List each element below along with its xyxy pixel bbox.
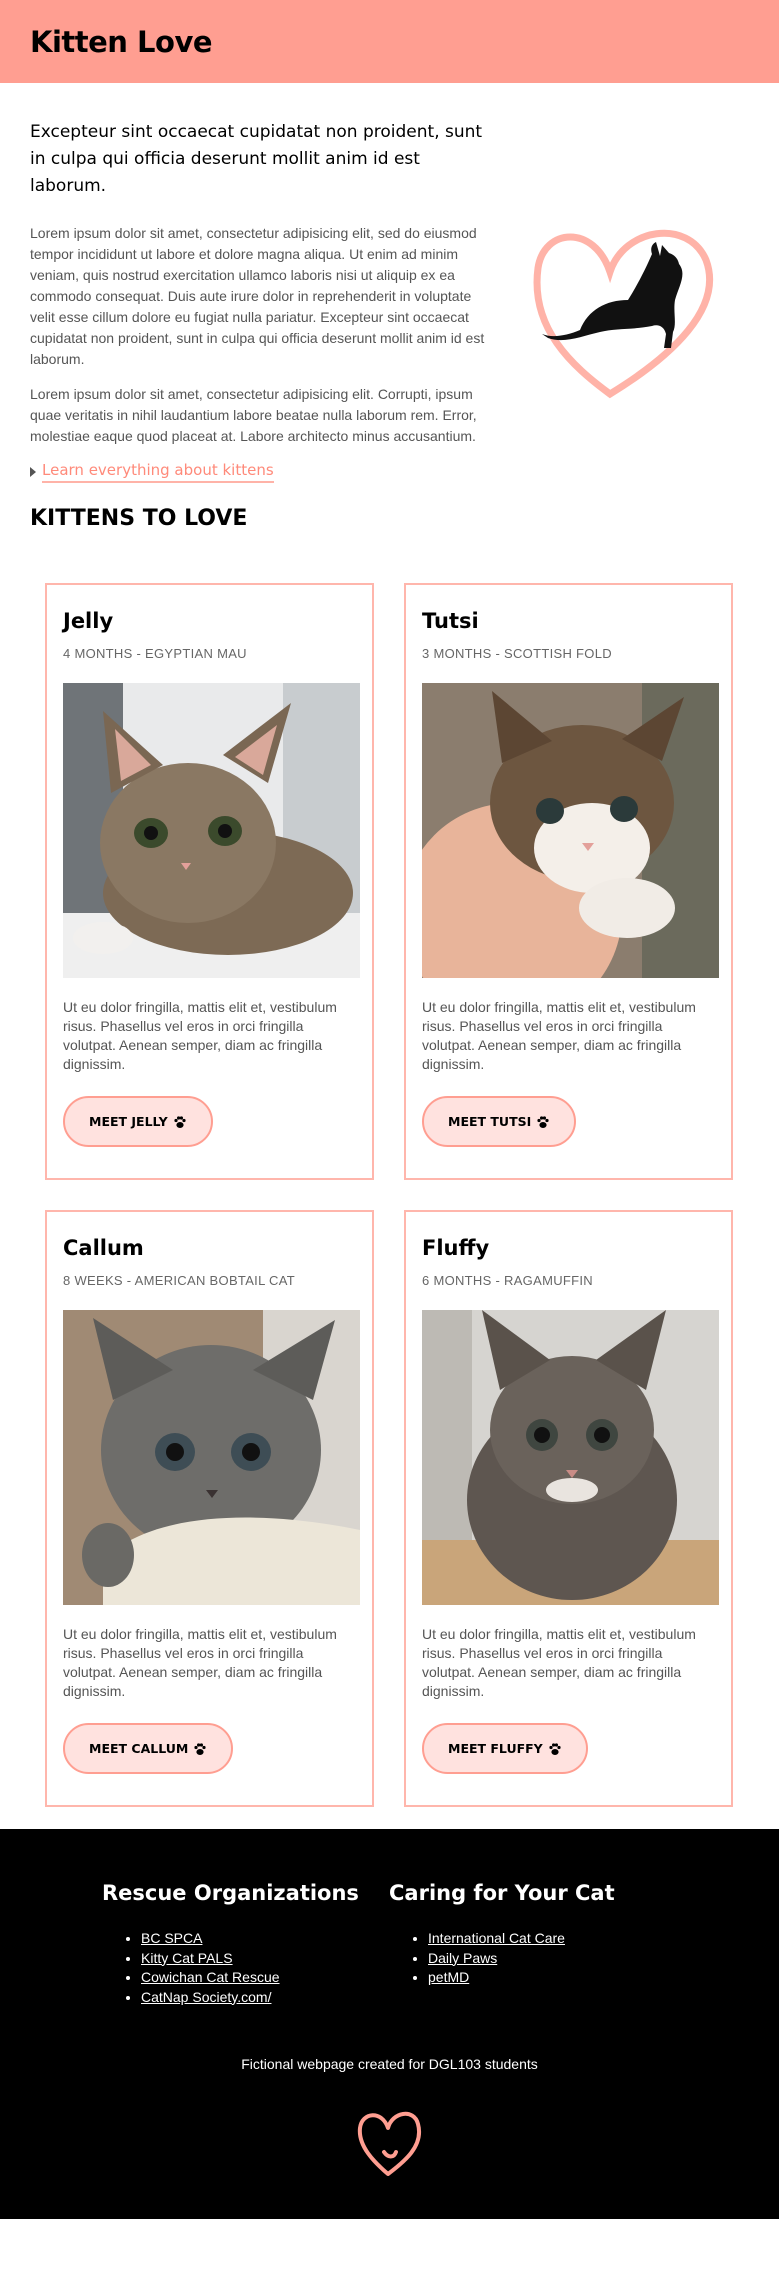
footer-list-item: Kitty Cat PALS — [141, 1949, 359, 1969]
card-name: Callum — [63, 1236, 144, 1260]
footer-link-kitty-cat-pals[interactable]: Kitty Cat PALS — [141, 1950, 233, 1966]
footer-link-petmd[interactable]: petMD — [428, 1969, 469, 1985]
paw-icon — [174, 1115, 186, 1128]
card-description: Ut eu dolor fringilla, mattis elit et, v… — [63, 999, 337, 1072]
meet-jelly-button[interactable]: MEET JELLY — [63, 1096, 213, 1147]
footer-link-list: International Cat Care Daily Paws petMD — [389, 1929, 615, 1988]
heart-icon — [357, 2112, 422, 2176]
kitten-card-tutsi: Tutsi 3 MONTHS - SCOTTISH FOLD Ut eu dol… — [404, 583, 733, 1180]
intro-text: Excepteur sint occaecat cupidatat non pr… — [30, 119, 496, 483]
meet-fluffy-button[interactable]: MEET FLUFFY — [422, 1723, 588, 1774]
footer-link-list: BC SPCA Kitty Cat PALS Cowichan Cat Resc… — [102, 1929, 359, 2007]
footer-list-item: CatNap Society.com/ — [141, 1988, 359, 2008]
learn-more-link[interactable]: Learn everything about kittens — [42, 461, 274, 483]
site-header: Kitten Love — [0, 0, 779, 83]
footer-rescue-organizations: Rescue Organizations BC SPCA Kitty Cat P… — [102, 1879, 359, 2007]
footer-link-catnap-society[interactable]: CatNap Society.com/ — [141, 1989, 271, 2005]
meet-button-label: MEET FLUFFY — [448, 1741, 543, 1756]
learn-more[interactable]: Learn everything about kittens — [30, 461, 496, 483]
footer-link-bc-spca[interactable]: BC SPCA — [141, 1930, 202, 1946]
footer-list-item: BC SPCA — [141, 1929, 359, 1949]
footer-list-item: petMD — [428, 1968, 615, 1988]
kitten-card-fluffy: Fluffy 6 MONTHS - RAGAMUFFIN Ut eu dolor… — [404, 1210, 733, 1807]
card-name: Fluffy — [422, 1236, 490, 1260]
footer-note: Fictional webpage created for DGL103 stu… — [241, 2056, 538, 2072]
card-name: Tutsi — [422, 609, 479, 633]
footer-link-cowichan-cat-rescue[interactable]: Cowichan Cat Rescue — [141, 1969, 280, 1985]
kitten-photo — [422, 683, 719, 978]
kitten-card-jelly: Jelly 4 MONTHS - EGYPTIAN MAU Ut eu dolo… — [45, 583, 374, 1180]
kitten-cards-grid: Jelly 4 MONTHS - EGYPTIAN MAU Ut eu dolo… — [0, 534, 779, 1829]
intro-section: Excepteur sint occaecat cupidatat non pr… — [0, 83, 779, 504]
card-description: Ut eu dolor fringilla, mattis elit et, v… — [422, 999, 696, 1072]
meet-button-label: MEET JELLY — [89, 1114, 168, 1129]
card-description: Ut eu dolor fringilla, mattis elit et, v… — [63, 1626, 337, 1699]
kittens-section-title: KITTENS TO LOVE — [30, 506, 248, 531]
footer-title: Caring for Your Cat — [389, 1881, 615, 1905]
intro-paragraph-2: Lorem ipsum dolor sit amet, consectetur … — [30, 386, 477, 444]
card-meta: 4 MONTHS - EGYPTIAN MAU — [63, 646, 247, 661]
footer-link-international-cat-care[interactable]: International Cat Care — [428, 1930, 565, 1946]
intro-lead: Excepteur sint occaecat cupidatat non pr… — [30, 122, 483, 196]
card-description: Ut eu dolor fringilla, mattis elit et, v… — [422, 1626, 696, 1699]
card-meta: 6 MONTHS - RAGAMUFFIN — [422, 1273, 593, 1288]
footer-caring-for-your-cat: Caring for Your Cat International Cat Ca… — [389, 1879, 615, 1988]
site-title: Kitten Love — [30, 24, 213, 59]
footer-link-daily-paws[interactable]: Daily Paws — [428, 1950, 497, 1966]
meet-button-label: MEET TUTSI — [448, 1114, 532, 1129]
footer-list-item: Cowichan Cat Rescue — [141, 1968, 359, 1988]
footer-list-item: Daily Paws — [428, 1949, 615, 1969]
kitten-card-callum: Callum 8 WEEKS - AMERICAN BOBTAIL CAT Ut… — [45, 1210, 374, 1807]
footer-list-item: International Cat Care — [428, 1929, 615, 1949]
card-meta: 3 MONTHS - SCOTTISH FOLD — [422, 646, 612, 661]
meet-button-label: MEET CALLUM — [89, 1741, 189, 1756]
meet-tutsi-button[interactable]: MEET TUTSI — [422, 1096, 577, 1147]
paw-icon — [549, 1742, 561, 1755]
paw-icon — [537, 1115, 549, 1128]
meet-callum-button[interactable]: MEET CALLUM — [63, 1723, 234, 1774]
kitten-photo — [63, 1310, 360, 1605]
footer-title: Rescue Organizations — [102, 1881, 359, 1905]
card-name: Jelly — [63, 609, 114, 633]
card-meta: 8 WEEKS - AMERICAN BOBTAIL CAT — [63, 1273, 295, 1288]
caret-right-icon — [30, 467, 36, 477]
intro-paragraph-1: Lorem ipsum dolor sit amet, consectetur … — [30, 225, 485, 367]
site-footer: Rescue Organizations BC SPCA Kitty Cat P… — [0, 1829, 779, 2219]
heart-cat-illustration — [533, 229, 714, 399]
kitten-photo — [422, 1310, 719, 1605]
kitten-photo — [63, 683, 360, 978]
paw-icon — [194, 1742, 206, 1755]
